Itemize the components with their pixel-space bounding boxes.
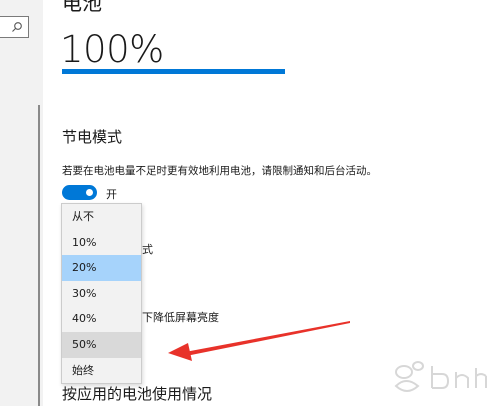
red-arrow-annotation [168,321,350,361]
watermark-logo [394,361,487,392]
